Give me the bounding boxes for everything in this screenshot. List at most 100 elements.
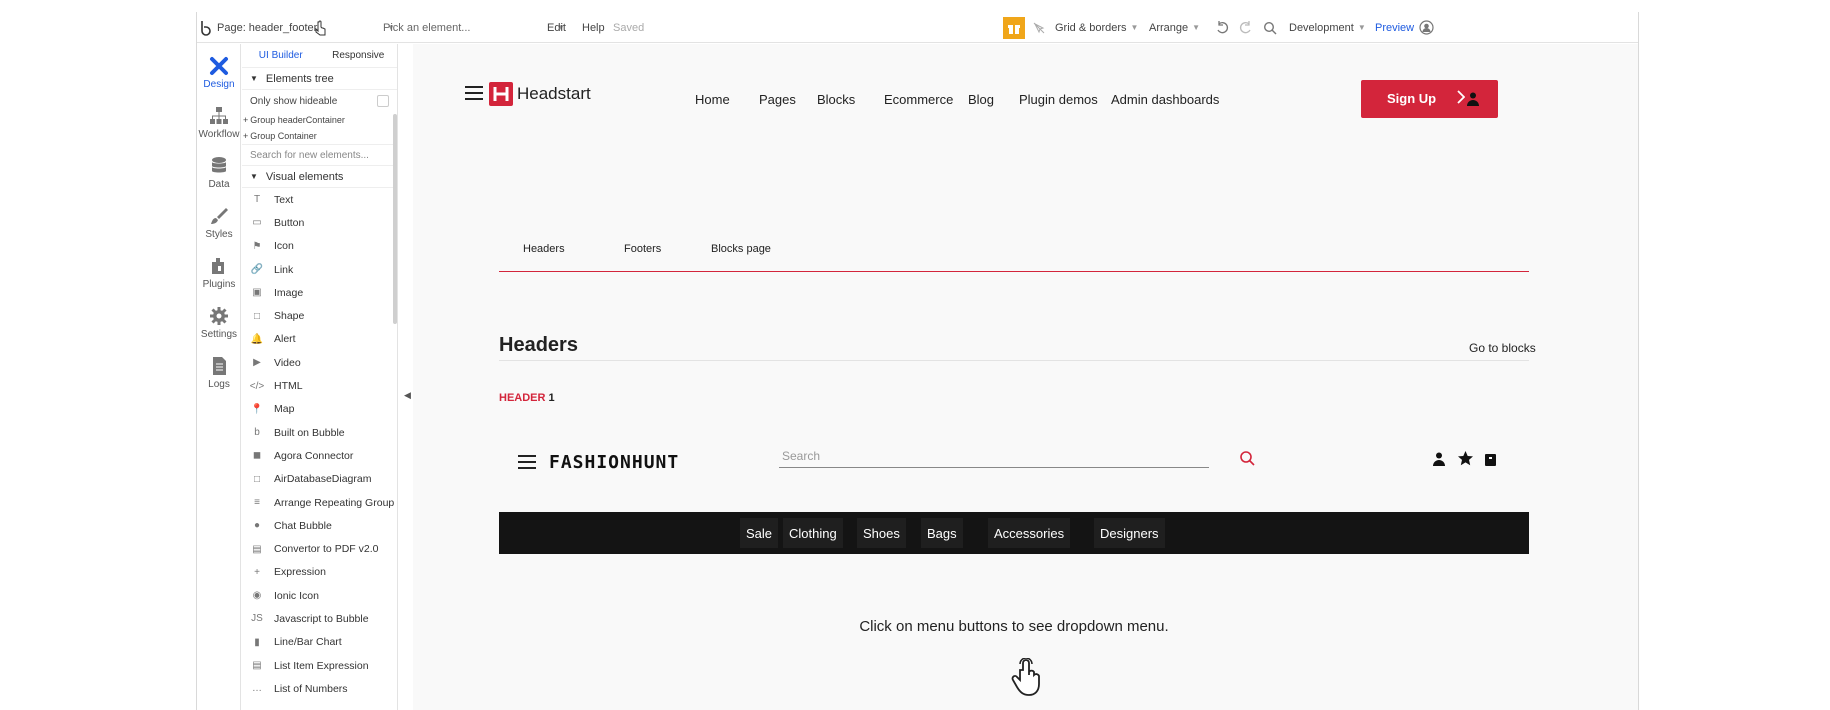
- account-icon[interactable]: [1419, 12, 1434, 43]
- hamburger-icon[interactable]: [465, 86, 483, 105]
- help-menu[interactable]: Help: [582, 12, 605, 43]
- visual-element-item[interactable]: □ Shape: [242, 304, 397, 327]
- elements-panel: UI Builder Responsive ▼ Elements tree On…: [242, 44, 398, 710]
- elements-tree-label: Elements tree: [265, 72, 334, 85]
- rail-item-data[interactable]: Data: [197, 156, 241, 190]
- element-type-icon: ◉: [252, 590, 262, 602]
- tab-responsive[interactable]: Responsive: [320, 50, 398, 61]
- visual-element-item[interactable]: ▭ Button: [242, 211, 397, 234]
- category-accessories[interactable]: Accessories: [988, 518, 1071, 548]
- visual-element-item[interactable]: ▣ Image: [242, 281, 397, 304]
- tab-blocks-page[interactable]: Blocks page: [711, 243, 771, 255]
- category-sale[interactable]: Sale: [740, 518, 779, 548]
- rail-item-workflow[interactable]: Workflow: [197, 106, 241, 140]
- arrange-menu[interactable]: Arrange ▼: [1149, 12, 1200, 43]
- development-menu[interactable]: Development ▼: [1289, 12, 1366, 43]
- category-bags[interactable]: Bags: [921, 518, 963, 548]
- pointer-off-icon[interactable]: [1033, 12, 1045, 43]
- elements-tree-header[interactable]: ▼ Elements tree: [242, 68, 397, 90]
- category-designers[interactable]: Designers: [1094, 518, 1165, 548]
- visual-element-item[interactable]: b Built on Bubble: [242, 421, 397, 444]
- hamburger-icon[interactable]: [518, 455, 536, 474]
- redo-icon[interactable]: [1239, 12, 1253, 43]
- collapse-panel-icon[interactable]: ◀: [404, 390, 411, 401]
- visual-element-item[interactable]: ▮ Line/Bar Chart: [242, 631, 397, 654]
- category-shoes[interactable]: Shoes: [857, 518, 906, 548]
- element-type-icon: ▶: [253, 357, 261, 369]
- rail-label: Styles: [205, 229, 233, 240]
- visual-element-item[interactable]: 🔗 Link: [242, 258, 397, 281]
- edit-menu[interactable]: Edit: [547, 12, 566, 43]
- nav-plugin-demos[interactable]: Plugin demos: [1019, 92, 1098, 107]
- visual-element-item[interactable]: 🔔 Alert: [242, 328, 397, 351]
- fashionhunt-logo[interactable]: FASHIONHUNT: [549, 452, 679, 473]
- grid-borders-menu[interactable]: Grid & borders ▼: [1055, 12, 1138, 43]
- visual-element-item[interactable]: 📍 Map: [242, 398, 397, 421]
- nav-ecommerce[interactable]: Ecommerce: [884, 92, 953, 107]
- visual-element-item[interactable]: … List of Numbers: [242, 677, 397, 700]
- rail-item-plugins[interactable]: Plugins: [197, 256, 241, 290]
- go-to-blocks-link[interactable]: Go to blocks: [1469, 341, 1536, 355]
- tree-item-group-header[interactable]: + Group headerContainer: [242, 112, 397, 128]
- nav-blog[interactable]: Blog: [968, 92, 994, 107]
- visual-element-item[interactable]: ▶ Video: [242, 351, 397, 374]
- nav-pages[interactable]: Pages: [759, 92, 796, 107]
- visual-element-label: Built on Bubble: [274, 426, 345, 439]
- visual-element-item[interactable]: ▤ List Item Expression: [242, 654, 397, 677]
- only-show-hideable-checkbox[interactable]: [377, 95, 389, 107]
- tab-headers[interactable]: Headers: [523, 243, 565, 255]
- category-clothing[interactable]: Clothing: [783, 518, 843, 548]
- tree-item-group-container[interactable]: + Group Container: [242, 128, 397, 144]
- element-picker[interactable]: Pick an element... ▼: [383, 12, 565, 43]
- visual-element-label: Text: [274, 193, 294, 206]
- signup-button[interactable]: Sign Up: [1361, 80, 1498, 118]
- rail-item-styles[interactable]: Styles: [197, 206, 241, 240]
- rail-label: Data: [208, 179, 230, 190]
- rail-item-design[interactable]: Design: [197, 56, 241, 90]
- visual-element-item[interactable]: JS Javascript to Bubble: [242, 607, 397, 630]
- tab-footers[interactable]: Footers: [624, 243, 661, 255]
- visual-element-item[interactable]: ◼ Agora Connector: [242, 444, 397, 467]
- tab-ui-builder[interactable]: UI Builder: [242, 50, 320, 61]
- visual-element-item[interactable]: ● Chat Bubble: [242, 514, 397, 537]
- visual-elements-header[interactable]: ▼ Visual elements: [242, 166, 397, 188]
- visual-element-item[interactable]: T Text: [242, 188, 397, 211]
- fashion-search-input[interactable]: Search: [779, 446, 1209, 468]
- visual-element-item[interactable]: ▤ Convertor to PDF v2.0: [242, 537, 397, 560]
- element-type-icon: ◼: [252, 450, 262, 462]
- chevron-down-icon: ▼: [1130, 23, 1139, 32]
- user-icon[interactable]: [1433, 452, 1445, 471]
- visual-element-item[interactable]: □ AirDatabaseDiagram: [242, 468, 397, 491]
- rail-item-logs[interactable]: Logs: [197, 356, 241, 390]
- search-icon[interactable]: [1239, 450, 1255, 471]
- tree-item-label: Group headerContainer: [250, 115, 345, 125]
- bag-icon[interactable]: [1485, 452, 1496, 471]
- visual-element-label: Expression: [274, 566, 326, 579]
- visual-element-label: Convertor to PDF v2.0: [274, 543, 379, 556]
- top-toolbar: Page: header_footer ▼ Pick an element...…: [197, 12, 1638, 43]
- nav-admin-dashboards[interactable]: Admin dashboards: [1111, 92, 1219, 107]
- undo-icon[interactable]: [1215, 12, 1229, 43]
- page-selector[interactable]: Page: header_footer ▼: [217, 12, 395, 43]
- visual-element-label: Icon: [274, 240, 294, 253]
- visual-element-item[interactable]: ◉ Ionic Icon: [242, 584, 397, 607]
- visual-element-label: Arrange Repeating Group: [274, 496, 395, 509]
- chevron-down-icon: ▼: [1192, 23, 1201, 32]
- visual-element-item[interactable]: ≡ Arrange Repeating Group: [242, 491, 397, 514]
- bubble-logo-icon[interactable]: [199, 12, 213, 43]
- gift-icon[interactable]: [1003, 12, 1025, 43]
- preview-link[interactable]: Preview: [1375, 12, 1414, 43]
- brand-name[interactable]: Headstart: [517, 84, 591, 104]
- element-search-input[interactable]: Search for new elements...: [242, 144, 397, 166]
- panel-scrollbar[interactable]: [393, 114, 397, 324]
- visual-element-item[interactable]: + Expression: [242, 561, 397, 584]
- visual-element-item[interactable]: ⚑ Icon: [242, 235, 397, 258]
- rail-item-settings[interactable]: Settings: [197, 306, 241, 340]
- nav-home[interactable]: Home: [695, 92, 730, 107]
- star-icon[interactable]: [1458, 451, 1473, 471]
- visual-elements-label: Visual elements: [265, 170, 344, 183]
- nav-blocks[interactable]: Blocks: [817, 92, 855, 107]
- visual-element-item[interactable]: </> HTML: [242, 374, 397, 397]
- search-icon[interactable]: [1263, 12, 1277, 43]
- triangle-down-icon: ▼: [250, 74, 258, 83]
